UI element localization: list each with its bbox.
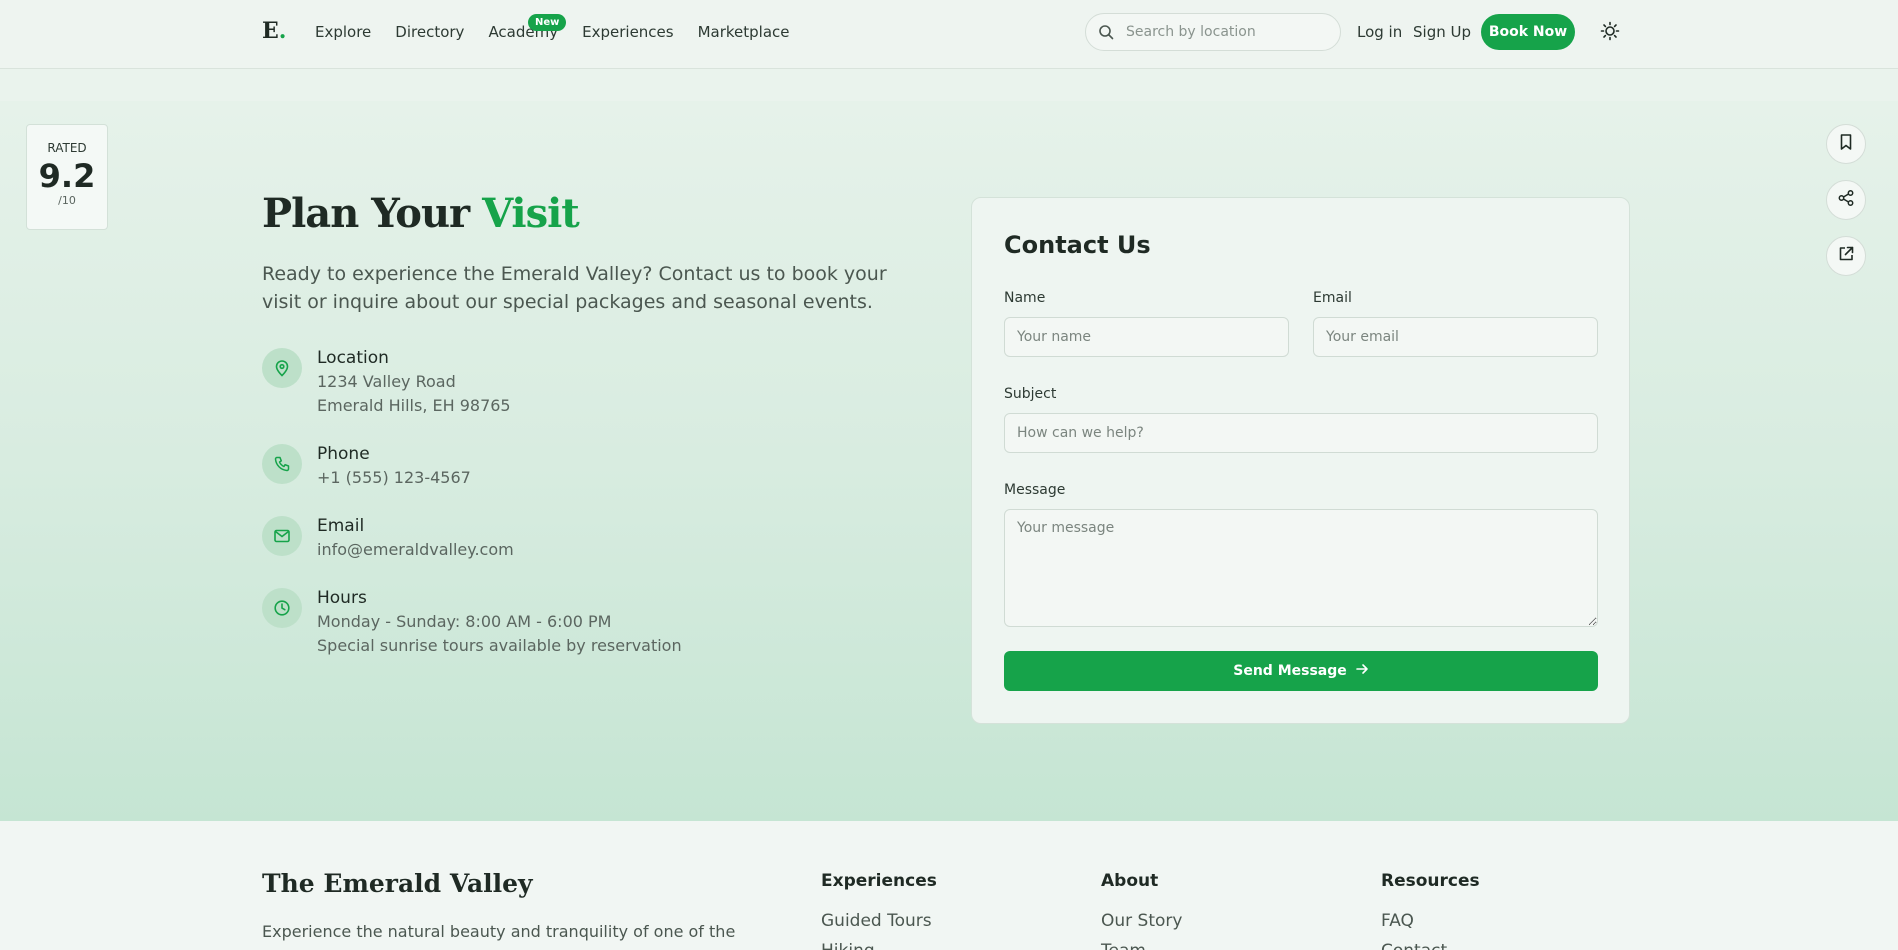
- rating-score: 9.2: [38, 157, 96, 195]
- nav-directory[interactable]: Directory: [395, 23, 464, 41]
- name-label: Name: [1004, 290, 1046, 306]
- subject-label: Subject: [1004, 386, 1057, 402]
- book-now-button[interactable]: Book Now: [1481, 14, 1575, 50]
- rating-out-of: /10: [58, 194, 76, 208]
- site-header: E. Explore Directory Academy Experiences…: [0, 0, 1898, 69]
- share-icon: [1837, 189, 1855, 211]
- map-pin-icon: [262, 348, 302, 388]
- email-address: info@emeraldvalley.com: [317, 540, 514, 559]
- login-link[interactable]: Log in: [1357, 23, 1402, 41]
- send-message-button[interactable]: Send Message: [1004, 651, 1598, 691]
- email-title: Email: [317, 516, 365, 536]
- sun-icon[interactable]: [1600, 21, 1620, 45]
- footer-about-title: About: [1101, 871, 1159, 891]
- name-field[interactable]: [1004, 317, 1289, 357]
- search-icon: [1098, 24, 1114, 44]
- contact-form: Contact Us Name Email Subject Message Se…: [971, 197, 1630, 724]
- search-input[interactable]: [1126, 22, 1326, 42]
- footer-link-guided-tours[interactable]: Guided Tours: [821, 911, 932, 931]
- location-title: Location: [317, 348, 389, 368]
- footer-link-team[interactable]: Team: [1101, 941, 1146, 950]
- nav-explore[interactable]: Explore: [315, 23, 371, 41]
- email-field[interactable]: [1313, 317, 1598, 357]
- rating-card: RATED 9.2 /10: [26, 124, 108, 230]
- message-label: Message: [1004, 482, 1066, 498]
- footer-link-hiking[interactable]: Hiking: [821, 941, 875, 950]
- footer-link-our-story[interactable]: Our Story: [1101, 911, 1182, 931]
- nav-experiences[interactable]: Experiences: [582, 23, 673, 41]
- hours-line-2: Special sunrise tours available by reser…: [317, 636, 682, 655]
- logo[interactable]: E.: [262, 18, 286, 44]
- external-link-icon: [1837, 245, 1855, 267]
- email-label: Email: [1313, 290, 1352, 306]
- page-title: Plan Your Visit: [262, 190, 580, 237]
- sub-bar: [0, 69, 1898, 101]
- hours-line-1: Monday - Sunday: 8:00 AM - 6:00 PM: [317, 612, 612, 631]
- search-box[interactable]: [1085, 13, 1341, 51]
- hours-title: Hours: [317, 588, 367, 608]
- send-message-label: Send Message: [1233, 663, 1347, 679]
- contact-title: Contact Us: [1004, 231, 1151, 259]
- location-line-1: 1234 Valley Road: [317, 372, 456, 391]
- rating-label: RATED: [47, 141, 87, 155]
- arrow-right-icon: [1355, 662, 1369, 680]
- bookmark-button[interactable]: [1826, 124, 1866, 164]
- clock-icon: [262, 588, 302, 628]
- subject-field[interactable]: [1004, 413, 1598, 453]
- phone-icon: [262, 444, 302, 484]
- message-field[interactable]: [1004, 509, 1598, 627]
- signup-link[interactable]: Sign Up: [1413, 23, 1471, 41]
- footer-brand: The Emerald Valley: [262, 869, 533, 898]
- phone-title: Phone: [317, 444, 370, 464]
- footer-description: Experience the natural beauty and tranqu…: [262, 922, 736, 950]
- phone-number: +1 (555) 123-4567: [317, 468, 471, 487]
- plan-description: Ready to experience the Emerald Valley? …: [262, 263, 887, 313]
- footer-link-contact[interactable]: Contact: [1381, 941, 1447, 950]
- footer-experiences-title: Experiences: [821, 871, 937, 891]
- bookmark-icon: [1837, 133, 1855, 155]
- share-button[interactable]: [1826, 180, 1866, 220]
- mail-icon: [262, 516, 302, 556]
- location-line-2: Emerald Hills, EH 98765: [317, 396, 511, 415]
- new-badge: New: [528, 14, 567, 31]
- nav-marketplace[interactable]: Marketplace: [698, 23, 790, 41]
- site-footer: The Emerald Valley Experience the natura…: [0, 821, 1898, 950]
- footer-resources-title: Resources: [1381, 871, 1480, 891]
- external-link-button[interactable]: [1826, 236, 1866, 276]
- footer-link-faq[interactable]: FAQ: [1381, 911, 1414, 931]
